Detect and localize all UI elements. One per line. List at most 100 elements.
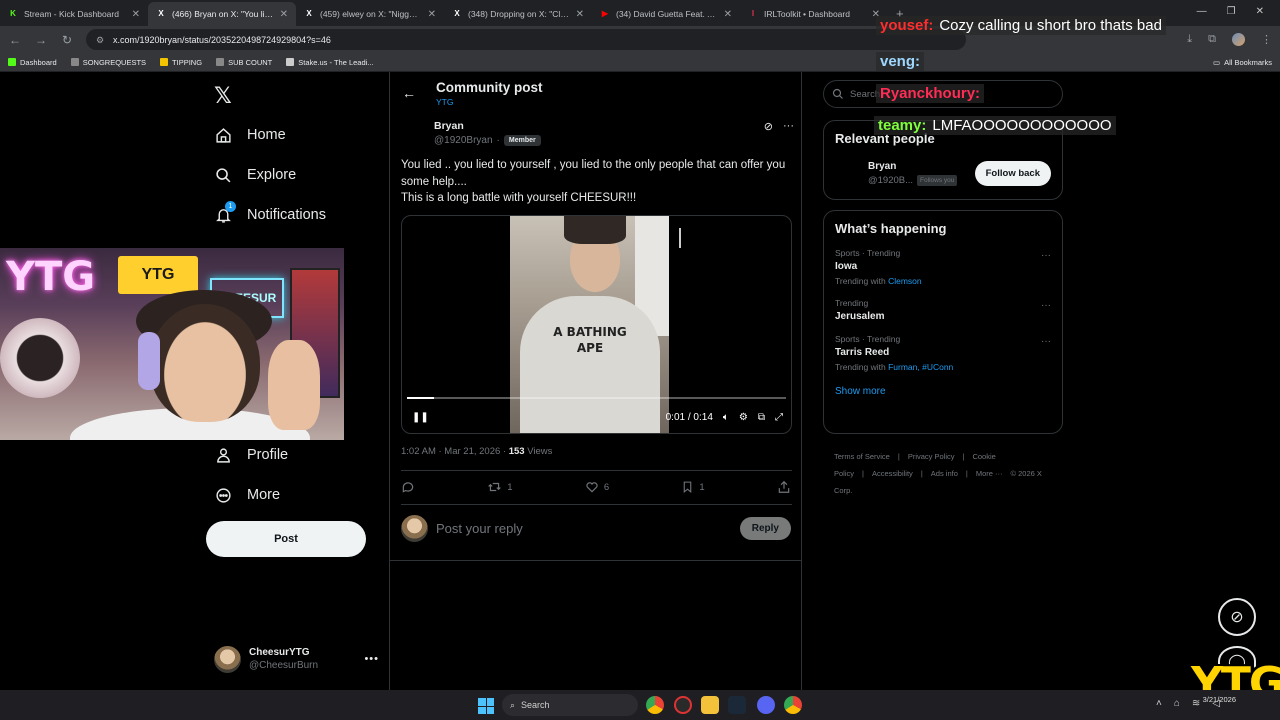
show-more-link[interactable]: Show more [824,372,1062,409]
settings-gear-icon[interactable]: ⚙ [739,412,748,423]
community-link[interactable]: YTG [436,97,543,107]
browser-tab[interactable]: K Stream - Kick Dashboard ✕ [0,2,148,26]
like-action[interactable]: 6 [585,480,609,494]
volume-icon[interactable]: 🔈︎ [723,412,729,423]
reply-input[interactable]: Post your reply [436,521,732,536]
bookmark-item[interactable]: Stake.us - The Leadi... [286,58,374,67]
profile-avatar[interactable] [1232,33,1245,46]
browser-tab[interactable]: ▶ (34) David Guetta Feat. Ako ✕ [592,2,740,26]
footer-separator: | [920,469,923,478]
more-dots-icon[interactable]: ··· [1041,300,1051,311]
post-timestamp[interactable]: 1:02 AM · Mar 21, 2026 · [401,446,509,457]
trend-item[interactable]: Trending Jerusalem ··· [824,286,1062,322]
close-tab-icon[interactable]: ✕ [280,9,288,20]
grok-icon[interactable]: ⊘ [764,120,773,133]
bookmark-item[interactable]: SUB COUNT [216,58,272,67]
pause-icon[interactable]: ❚❚ [412,412,429,423]
record-app-icon[interactable] [674,696,692,714]
download-icon[interactable]: ⤓ [1187,33,1192,46]
discord-icon[interactable] [757,696,775,714]
taskbar-date: 3/21/2026 [1202,695,1236,704]
trend-item[interactable]: Sports · Trending Iowa Trending with Clems… [824,236,1062,286]
chrome-icon[interactable] [646,696,664,714]
site-info-icon[interactable]: ⚙ [96,35,105,45]
network-icon[interactable]: ⌂ [1174,698,1180,709]
x-logo-icon[interactable]: 𝕏 [214,84,232,109]
back-arrow-icon[interactable]: ← [402,85,416,101]
close-tab-icon[interactable]: ✕ [576,9,584,20]
footer-link[interactable]: Privacy Policy [908,452,955,461]
nav-profile[interactable]: Profile [214,446,288,464]
more-dots-icon[interactable]: ··· [1041,336,1051,347]
trend-item[interactable]: Sports · Trending Tarris Reed Trending wit… [824,322,1062,372]
steam-icon[interactable] [728,696,746,714]
close-tab-icon[interactable]: ✕ [724,9,732,20]
footer-link[interactable]: Terms of Service [834,452,890,461]
browser-tab-title: (34) David Guetta Feat. Ako [616,9,718,19]
account-switcher[interactable]: CheesurYTG @CheesurBurn ••• [214,644,379,674]
close-tab-icon[interactable]: ✕ [132,9,140,20]
menu-icon[interactable]: ⋮ [1261,33,1272,46]
author-handle[interactable]: @1920Bryan [434,135,493,146]
video-player[interactable]: A BATHING APE ❚❚ 0:01 / 0:14 🔈︎ ⚙ ⧉ ⤢ [401,215,792,434]
fullscreen-icon[interactable]: ⤢ [775,412,783,423]
post-author: Bryan @1920Bryan · Member ⊘ ··· [402,120,794,150]
relevant-person-name[interactable]: Bryan [868,161,957,172]
follow-back-button[interactable]: Follow back [974,160,1051,186]
reply-button[interactable]: Reply [739,517,791,540]
more-dots-icon[interactable]: ••• [364,653,379,665]
all-bookmarks[interactable]: ▭ All Bookmarks [1213,58,1272,67]
trend-related-link[interactable]: Furman, #UConn [888,362,953,372]
grok-float-button[interactable]: ⊘ [1218,598,1256,636]
video-progress-bar[interactable] [407,397,786,399]
bookmark-item[interactable]: SONGREQUESTS [70,58,146,67]
close-tab-icon[interactable]: ✕ [428,9,436,20]
post-button[interactable]: Post [206,521,366,557]
nav-explore[interactable]: Explore [214,166,296,184]
retweet-action[interactable]: 1 [487,480,513,494]
extensions-icon[interactable]: ⧉ [1208,33,1216,46]
footer-separator: | [862,469,864,478]
close-window-icon[interactable]: ✕ [1256,6,1264,17]
taskbar-search[interactable]: ⌕ Search [502,694,638,716]
browser-tab[interactable]: I IRLToolkit • Dashboard ✕ [740,2,888,26]
chrome-icon[interactable] [784,696,802,714]
back-nav-icon[interactable]: ← [8,33,22,47]
relevant-person-handle-row: @1920B... Follows you [868,174,958,186]
wifi-icon[interactable]: ≋ [1192,698,1200,709]
trend-related-link[interactable]: Clemson [888,276,922,286]
windows-start-icon[interactable] [478,698,494,714]
nav-more[interactable]: More [214,486,280,504]
bookmark-item[interactable]: Dashboard [8,58,57,67]
browser-tab[interactable]: X (348) Dropping on X: "Clav X M ✕ [444,2,592,26]
footer-link[interactable]: Accessibility [872,469,913,478]
relevant-person-avatar[interactable] [835,158,865,188]
browser-tab[interactable]: X (466) Bryan on X: "You lied ✕ [148,2,296,26]
share-action[interactable] [777,480,791,494]
trend-category: Sports · Trending [835,334,901,344]
more-dots-icon[interactable]: ··· [1041,250,1051,261]
bookmark-label: Dashboard [20,57,57,67]
taskbar-clock[interactable]: 3/21/2026 [1203,695,1236,705]
webcam-headset [138,332,160,390]
file-explorer-icon[interactable] [701,696,719,714]
video-frame: A BATHING APE [510,216,669,433]
bookmark-item[interactable]: TIPPING [160,58,202,67]
reload-icon[interactable]: ↻ [60,33,74,47]
more-dots-icon[interactable]: ··· [783,120,794,133]
chevron-up-icon[interactable]: ˄ [1156,698,1162,709]
url-field[interactable]: ⚙ x.com/1920bryan/status/203522049872492… [86,29,966,50]
pip-icon[interactable]: ⧉ [758,412,765,423]
forward-nav-icon[interactable]: → [34,33,48,47]
maximize-icon[interactable]: ❐ [1227,6,1236,17]
footer-link[interactable]: More ··· [976,469,1003,478]
minimize-icon[interactable]: — [1197,6,1207,17]
nav-notifications[interactable]: 1 Notifications [214,201,326,224]
author-name[interactable]: Bryan [434,120,541,132]
browser-tab[interactable]: X (459) elwey on X: "Niggas can't ✕ [296,2,444,26]
nav-home[interactable]: Home [214,126,286,144]
reply-action[interactable] [401,480,415,494]
author-avatar[interactable] [402,120,432,150]
bookmark-action[interactable]: 1 [681,480,705,494]
footer-link[interactable]: Ads info [931,469,958,478]
